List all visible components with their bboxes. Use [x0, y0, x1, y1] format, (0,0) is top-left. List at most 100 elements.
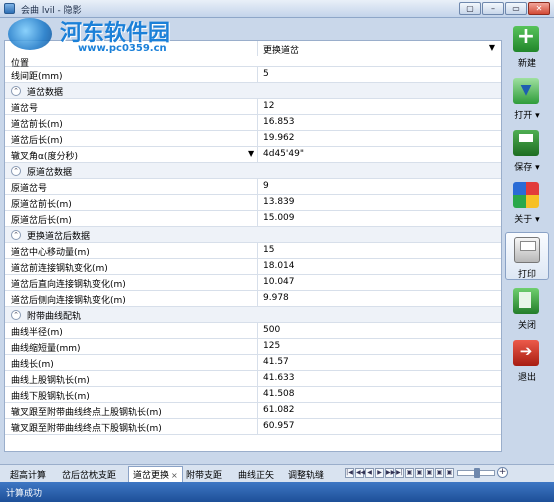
row-label: 道岔前长(m) — [11, 120, 63, 130]
table-row[interactable]: 道岔中心移动量(m) 15 — [5, 243, 501, 259]
collapse-icon[interactable]: ⌃ — [11, 166, 21, 176]
collapse-icon[interactable]: ⌃ — [11, 230, 21, 240]
row-label: 道岔后长(m) — [11, 136, 63, 146]
table-row[interactable]: 道岔后侧向连接钢轨变化(m) 9.978 — [5, 291, 501, 307]
spacing-row[interactable]: 线间距(mm) 5 — [5, 67, 501, 83]
restore-button[interactable]: ▢ — [459, 2, 481, 15]
table-row[interactable]: 道岔号 12 — [5, 99, 501, 115]
row-value[interactable]: 15 — [257, 243, 501, 258]
printer-icon — [514, 237, 540, 263]
row-value[interactable]: 10.047 — [257, 275, 501, 290]
row-value[interactable]: 16.853 — [257, 115, 501, 130]
view-icon[interactable]: ▣ — [445, 468, 454, 478]
property-grid: 位置 更换道岔 ▼ 线间距(mm) 5 ⌃ 道岔数据 道岔号 12 道岔前长(m)… — [4, 40, 502, 452]
row-value[interactable]: 15.009 — [257, 211, 501, 226]
group-header-turnout[interactable]: ⌃ 道岔数据 — [5, 83, 501, 99]
maximize-button[interactable]: ▭ — [505, 2, 527, 15]
table-row[interactable]: 原道岔号 9 — [5, 179, 501, 195]
table-row[interactable]: 道岔前长(m) 16.853 — [5, 115, 501, 131]
about-label: 关于 ▾ — [514, 215, 540, 225]
first-tab-icon[interactable]: |◀ — [345, 468, 354, 478]
row-value[interactable]: 41.633 — [257, 371, 501, 386]
row-value[interactable]: 125 — [257, 339, 501, 354]
app-icon — [4, 3, 15, 14]
table-row[interactable]: 道岔后直向连接钢轨变化(m) 10.047 — [5, 275, 501, 291]
table-row[interactable]: 原道岔后长(m) 15.009 — [5, 211, 501, 227]
exit-button[interactable]: 退出 — [505, 336, 549, 384]
zoom-slider-thumb[interactable] — [474, 468, 480, 478]
close-doc-icon — [513, 288, 539, 314]
table-row[interactable]: 原道岔前长(m) 13.839 — [5, 195, 501, 211]
tab-rail-gap[interactable]: 调整轨缝 — [284, 467, 328, 481]
chevron-down-icon[interactable]: ▼ — [489, 43, 495, 52]
view-icon[interactable]: ▣ — [425, 468, 434, 478]
last-tab-icon[interactable]: ▶| — [395, 468, 404, 478]
row-value[interactable]: 9.978 — [257, 291, 501, 306]
row-value[interactable]: 19.962 — [257, 131, 501, 146]
row-value[interactable]: 500 — [257, 323, 501, 338]
close-icon[interactable]: × — [171, 471, 178, 480]
table-row[interactable]: 道岔后长(m) 19.962 — [5, 131, 501, 147]
table-row[interactable]: 辙叉跟至附带曲线终点下股钢轨长(m) 60.957 — [5, 419, 501, 435]
prev-tab-icon[interactable]: ◀ — [365, 468, 374, 478]
row-value[interactable]: 12 — [257, 99, 501, 114]
collapse-icon[interactable]: ⌃ — [11, 310, 21, 320]
row-value[interactable]: 13.839 — [257, 195, 501, 210]
group-title: 原道岔数据 — [27, 168, 73, 178]
view-icon[interactable]: ▣ — [405, 468, 414, 478]
window-title: 会曲 lvil - 隐影 — [21, 6, 82, 16]
save-button[interactable]: 保存 ▾ — [505, 126, 549, 174]
group-header-after[interactable]: ⌃ 更换道岔后数据 — [5, 227, 501, 243]
position-row[interactable]: 位置 更换道岔 ▼ — [5, 41, 501, 69]
close-button[interactable]: ✕ — [528, 2, 550, 15]
zoom-in-icon[interactable]: + — [497, 467, 508, 478]
new-icon — [513, 24, 539, 52]
zoom-slider[interactable] — [457, 468, 495, 478]
row-value[interactable]: 41.57 — [257, 355, 501, 370]
exit-icon — [513, 340, 539, 366]
view-icon[interactable]: ▣ — [415, 468, 424, 478]
table-row[interactable]: 曲线缩短量(mm) 125 — [5, 339, 501, 355]
tab-turnout-replace[interactable]: 道岔更换 × — [128, 466, 183, 482]
row-value[interactable]: 61.082 — [257, 403, 501, 418]
tab-attached-offset[interactable]: 附带支距 — [182, 467, 226, 481]
row-value[interactable]: 41.508 — [257, 387, 501, 402]
chevron-down-icon[interactable]: ▼ — [248, 149, 254, 158]
table-row[interactable]: 曲线半径(m) 500 — [5, 323, 501, 339]
table-row[interactable]: 道岔前连接钢轨变化(m) 18.014 — [5, 259, 501, 275]
row-label: 辙叉跟至附带曲线终点上股钢轨长(m) — [11, 408, 162, 418]
table-row[interactable]: 曲线上股钢轨长(m) 41.633 — [5, 371, 501, 387]
next-tab-icon[interactable]: ▶ — [375, 468, 384, 478]
group-header-curve[interactable]: ⌃ 附带曲线配轨 — [5, 307, 501, 323]
view-icon[interactable]: ▣ — [435, 468, 444, 478]
table-row[interactable]: 辙叉跟至附带曲线终点上股钢轨长(m) 61.082 — [5, 403, 501, 419]
about-button[interactable]: 关于 ▾ — [505, 178, 549, 226]
row-value[interactable]: 60.957 — [257, 419, 501, 434]
row-label: 道岔后直向连接钢轨变化(m) — [11, 280, 126, 290]
open-button[interactable]: 打开 ▾ — [505, 74, 549, 122]
tab-superelevation[interactable]: 超高计算 — [6, 467, 50, 481]
prev-page-icon[interactable]: ◀◀ — [355, 468, 365, 478]
group-header-original[interactable]: ⌃ 原道岔数据 — [5, 163, 501, 179]
row-label: 道岔号 — [11, 104, 39, 114]
open-label: 打开 ▾ — [514, 111, 540, 121]
row-label: 辙叉角α(度分秒) — [11, 152, 78, 162]
next-page-icon[interactable]: ▶▶ — [385, 468, 395, 478]
tab-curve-versine[interactable]: 曲线正矢 — [234, 467, 278, 481]
spacing-value[interactable]: 5 — [257, 67, 501, 82]
tab-turnout-sleeper-offset[interactable]: 岔后岔枕支距 — [58, 467, 120, 481]
table-row[interactable]: 辙叉角α(度分秒) ▼ 4d45'49" — [5, 147, 501, 163]
print-label: 打印 — [517, 270, 536, 280]
minimize-button[interactable]: – — [482, 2, 504, 15]
row-value[interactable]: 18.014 — [257, 259, 501, 274]
print-button[interactable]: 打印 — [505, 232, 549, 280]
row-label: 辙叉跟至附带曲线终点下股钢轨长(m) — [11, 424, 162, 434]
table-row[interactable]: 曲线长(m) 41.57 — [5, 355, 501, 371]
close-doc-button[interactable]: 关闭 — [505, 284, 549, 332]
row-value[interactable]: 9 — [257, 179, 501, 194]
new-button[interactable]: 新建 — [505, 22, 549, 70]
position-value[interactable]: 更换道岔 — [257, 41, 501, 56]
collapse-icon[interactable]: ⌃ — [11, 86, 21, 96]
row-value[interactable]: 4d45'49" — [257, 147, 501, 162]
table-row[interactable]: 曲线下股钢轨长(m) 41.508 — [5, 387, 501, 403]
